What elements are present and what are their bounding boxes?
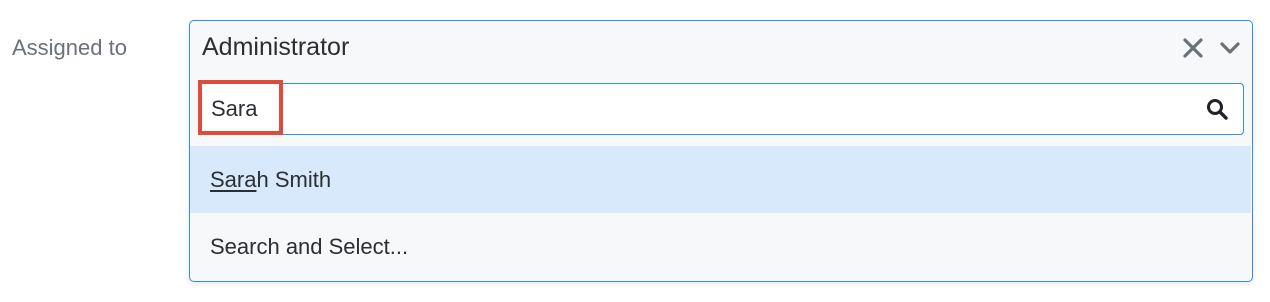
close-icon[interactable] <box>1180 35 1206 61</box>
assigned-to-field: Assigned to Administrator Sara Sarah Smi… <box>0 0 1270 302</box>
search-and-select-item[interactable]: Search and Select... <box>190 213 1251 280</box>
search-field[interactable] <box>198 83 1244 135</box>
result-item-sarah-smith[interactable]: Sarah Smith <box>190 146 1251 213</box>
search-icon[interactable] <box>1205 97 1229 121</box>
result-list: Sarah Smith Search and Select... <box>190 146 1251 280</box>
assigned-to-select[interactable]: Administrator Sarah Smith <box>189 20 1253 282</box>
result-match-text: Sara <box>210 167 257 192</box>
search-input[interactable] <box>211 84 1171 133</box>
search-and-select-label: Search and Select... <box>210 234 409 259</box>
chevron-down-icon[interactable] <box>1217 35 1243 61</box>
result-rest-text: h Smith <box>256 167 332 192</box>
field-label: Assigned to <box>12 35 127 60</box>
selected-value[interactable]: Administrator <box>202 31 349 63</box>
